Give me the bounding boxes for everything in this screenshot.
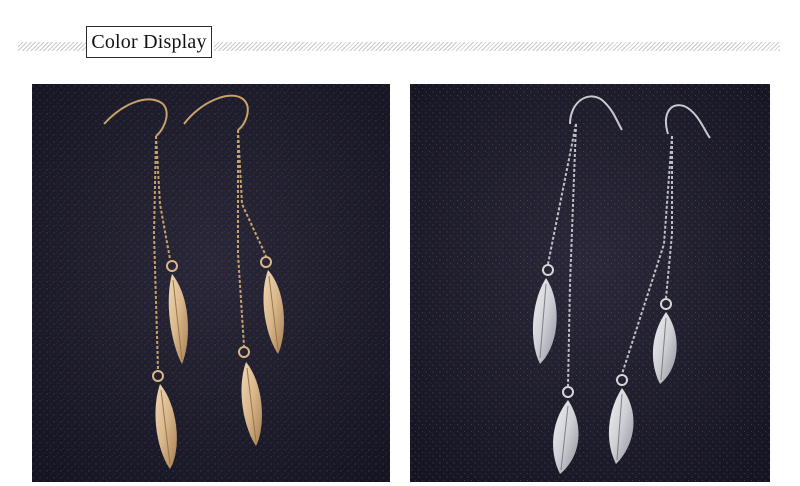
hatch-divider-right (214, 42, 780, 51)
gold-earrings-image (32, 84, 390, 482)
silver-earrings-image (410, 84, 770, 482)
section-header: Color Display (0, 0, 800, 80)
section-title: Color Display (86, 26, 212, 58)
photo-gold-earrings (32, 84, 390, 482)
hatch-divider-left (18, 42, 86, 51)
photo-silver-earrings (410, 84, 770, 482)
